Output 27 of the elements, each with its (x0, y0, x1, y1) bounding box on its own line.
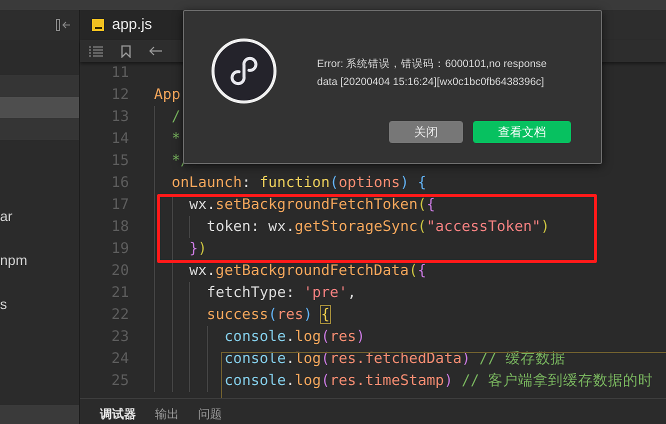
panel-tab[interactable]: 输出 (155, 405, 179, 424)
code-line: * (172, 129, 180, 150)
tab-label: app.js (112, 14, 152, 35)
outline-list-icon[interactable] (89, 46, 103, 56)
sidebar-item[interactable]: s (0, 294, 79, 314)
code-line: fetchType: 'pre', (206, 283, 356, 304)
code-line: success(res) { (206, 305, 330, 326)
sidebar-item[interactable]: npm (0, 250, 79, 270)
code-line: wx.getBackgroundFetchData({ (189, 261, 426, 282)
dialog-button[interactable]: 关闭 (389, 121, 463, 143)
code-line: App (154, 85, 180, 106)
error-message: Error: 系统错误，错误码：6000101,no response data [20200404 15:16:24][wx0c1bc0fb6438396c] (317, 57, 548, 90)
code-line: / (172, 107, 180, 128)
code-line: }) (189, 239, 207, 260)
code-line: token: wx.getStorageSync("accessToken") (206, 217, 550, 238)
back-arrow-icon[interactable] (149, 46, 162, 56)
panel-tab[interactable]: 问题 (198, 405, 222, 424)
code-line: console.log(res) (224, 327, 365, 348)
collapse-sidebar-icon[interactable] (56, 19, 71, 31)
javascript-file-icon (92, 19, 104, 31)
bookmark-icon[interactable] (121, 44, 131, 58)
code-line: onLaunch: function(options) { (172, 173, 426, 194)
code-line: console.log(res.timeStamp) // 客户端拿到缓存数据的时 (224, 371, 654, 392)
mini-program-logo-icon (211, 38, 277, 104)
panel-tab[interactable]: 调试器 (100, 405, 136, 424)
sidebar-item[interactable]: ar (0, 206, 79, 226)
code-line: wx.setBackgroundFetchToken({ (189, 195, 436, 216)
